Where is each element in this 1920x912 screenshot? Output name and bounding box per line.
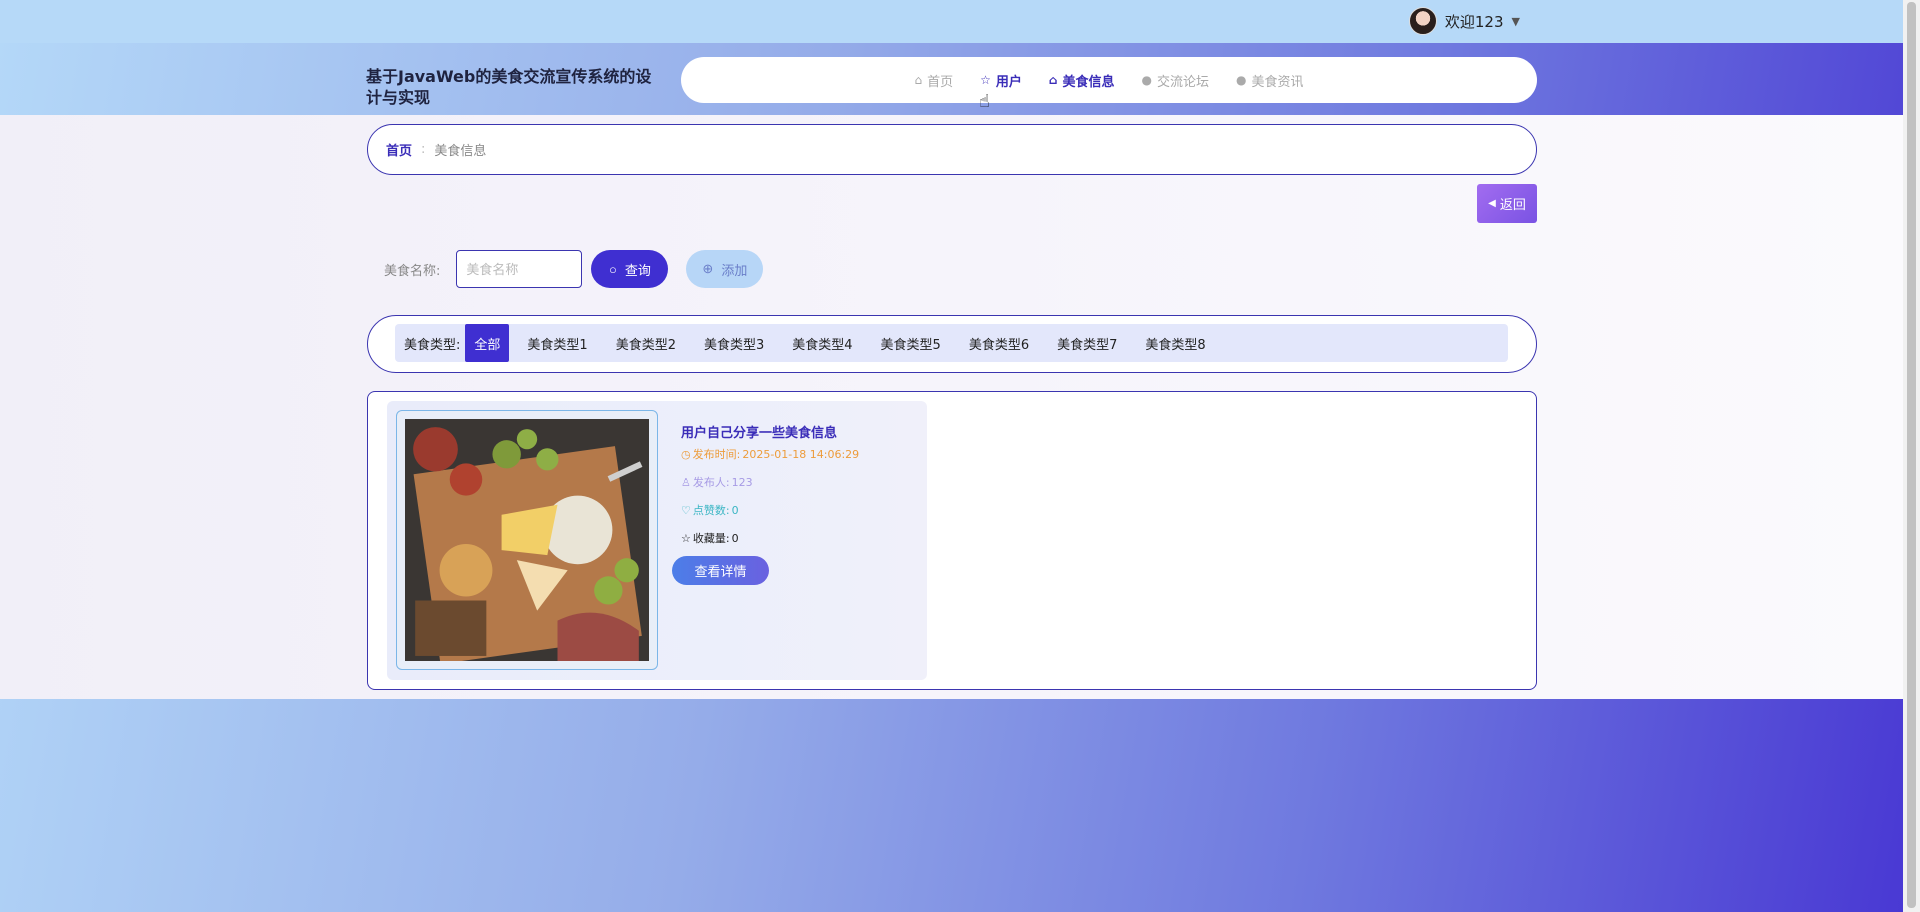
likes-value: 0 xyxy=(731,503,739,517)
bag-icon: ⌂ xyxy=(1048,73,1058,87)
publisher-label: 发布人: xyxy=(692,476,730,489)
main-nav: ⌂ 首页 ☆ 用户 ⌂ 美食信息 ● 交流论坛 ● 美食资讯 xyxy=(681,57,1537,103)
publish-time-value: 2025-01-18 14:06:29 xyxy=(742,447,860,461)
site-title: 基于JavaWeb的美食交流宣传系统的设计与实现 xyxy=(366,67,652,107)
type-item-all[interactable]: 全部 xyxy=(465,324,510,362)
type-item[interactable]: 美食类型4 xyxy=(778,324,866,362)
type-label: 美食类型: xyxy=(404,337,461,353)
circle-icon: ● xyxy=(1236,73,1247,87)
type-filter: 美食类型: 全部 美食类型1 美食类型2 美食类型3 美食类型4 美食类型5 美… xyxy=(367,315,1537,373)
thumbs-up-icon: ♡ xyxy=(681,503,691,517)
circle-icon: ● xyxy=(1141,73,1152,87)
food-card[interactable]: 用户自己分享一些美食信息 ◷ 发布时间: 2025-01-18 14:06:29… xyxy=(387,401,927,680)
header: 基于JavaWeb的美食交流宣传系统的设计与实现 ⌂ 首页 ☆ 用户 ⌂ 美食信… xyxy=(0,43,1903,115)
star-icon: ☆ xyxy=(980,73,991,87)
pointer-hand-icon: ☝ xyxy=(979,91,990,112)
food-card-info: 用户自己分享一些美食信息 ◷ 发布时间: 2025-01-18 14:06:29… xyxy=(672,422,859,585)
food-title[interactable]: 用户自己分享一些美食信息 xyxy=(681,422,859,441)
type-item[interactable]: 美食类型3 xyxy=(690,324,778,362)
star-icon: ☆ xyxy=(681,531,691,545)
type-item[interactable]: 美食类型7 xyxy=(1043,324,1131,362)
user-menu[interactable]: 欢迎123 ▼ xyxy=(1408,6,1520,36)
chevron-down-icon[interactable]: ▼ xyxy=(1512,15,1520,28)
nav-item-label: 用户 xyxy=(995,74,1022,90)
nav-item-label: 交流论坛 xyxy=(1157,74,1210,90)
type-item[interactable]: 美食类型6 xyxy=(955,324,1043,362)
plus-circle-icon: ⊕ xyxy=(702,261,714,276)
query-button-label: 查询 xyxy=(624,262,651,278)
publish-time-label: 发布时间: xyxy=(692,448,741,461)
clock-icon: ◷ xyxy=(681,447,691,461)
publish-time: ◷ 发布时间: 2025-01-18 14:06:29 xyxy=(681,446,859,462)
search-bar: 美食名称: ○ 查询 ⊕ 添加 xyxy=(384,250,764,288)
nav-item-news[interactable]: ● 美食资讯 xyxy=(1236,71,1304,90)
search-icon: ○ xyxy=(608,261,617,277)
search-label: 美食名称: xyxy=(384,263,441,279)
type-item[interactable]: 美食类型2 xyxy=(602,324,690,362)
food-photo xyxy=(405,419,649,661)
breadcrumb-home[interactable]: 首页 xyxy=(386,140,412,159)
likes-label: 点赞数: xyxy=(692,504,730,517)
query-button[interactable]: ○ 查询 xyxy=(591,250,669,288)
avatar[interactable] xyxy=(1408,7,1437,35)
nav-item-label: 美食信息 xyxy=(1062,74,1115,90)
caret-left-icon: ◀ xyxy=(1488,198,1496,209)
publisher-value: 123 xyxy=(731,475,753,489)
favorites-value: 0 xyxy=(731,531,739,545)
type-item[interactable]: 美食类型5 xyxy=(867,324,955,362)
type-item[interactable]: 美食类型1 xyxy=(513,324,601,362)
user-icon: ♙ xyxy=(681,475,691,489)
nav-item-forum[interactable]: ● 交流论坛 xyxy=(1142,71,1210,90)
search-input[interactable] xyxy=(456,250,583,288)
likes: ♡ 点赞数: 0 xyxy=(681,502,859,518)
scrollbar-thumb[interactable] xyxy=(1907,2,1916,908)
breadcrumb-current: 美食信息 xyxy=(434,144,487,159)
back-button[interactable]: ◀ 返回 xyxy=(1477,184,1537,223)
food-image[interactable] xyxy=(396,410,658,670)
back-button-label: 返回 xyxy=(1499,198,1526,213)
food-list: 用户自己分享一些美食信息 ◷ 发布时间: 2025-01-18 14:06:29… xyxy=(367,391,1537,690)
breadcrumb: 首页 : 美食信息 xyxy=(367,124,1537,175)
type-filter-bar: 美食类型: 全部 美食类型1 美食类型2 美食类型3 美食类型4 美食类型5 美… xyxy=(395,324,1508,362)
nav-item-label: 美食资讯 xyxy=(1251,74,1304,90)
breadcrumb-separator: : xyxy=(421,142,426,157)
favorites: ☆ 收藏量: 0 xyxy=(681,530,859,546)
type-item[interactable]: 美食类型8 xyxy=(1131,324,1219,362)
add-button[interactable]: ⊕ 添加 xyxy=(686,250,764,288)
welcome-text[interactable]: 欢迎123 xyxy=(1445,11,1504,32)
favorites-label: 收藏量: xyxy=(692,532,730,545)
nav-item-users[interactable]: ☆ 用户 xyxy=(980,71,1022,90)
nav-item-label: 首页 xyxy=(927,74,954,90)
home-icon: ⌂ xyxy=(914,73,923,87)
publisher: ♙ 发布人: 123 xyxy=(681,474,859,490)
top-bar: 欢迎123 ▼ xyxy=(0,0,1903,43)
scrollbar[interactable] xyxy=(1903,0,1920,912)
main-content: 首页 : 美食信息 ◀ 返回 美食名称: ○ 查询 ⊕ 添加 美食类型: 全部 … xyxy=(0,115,1903,699)
view-detail-button[interactable]: 查看详情 xyxy=(672,556,769,585)
nav-item-food-info[interactable]: ⌂ 美食信息 xyxy=(1049,71,1115,90)
nav-item-home[interactable]: ⌂ 首页 xyxy=(914,71,953,90)
add-button-label: 添加 xyxy=(721,262,748,278)
